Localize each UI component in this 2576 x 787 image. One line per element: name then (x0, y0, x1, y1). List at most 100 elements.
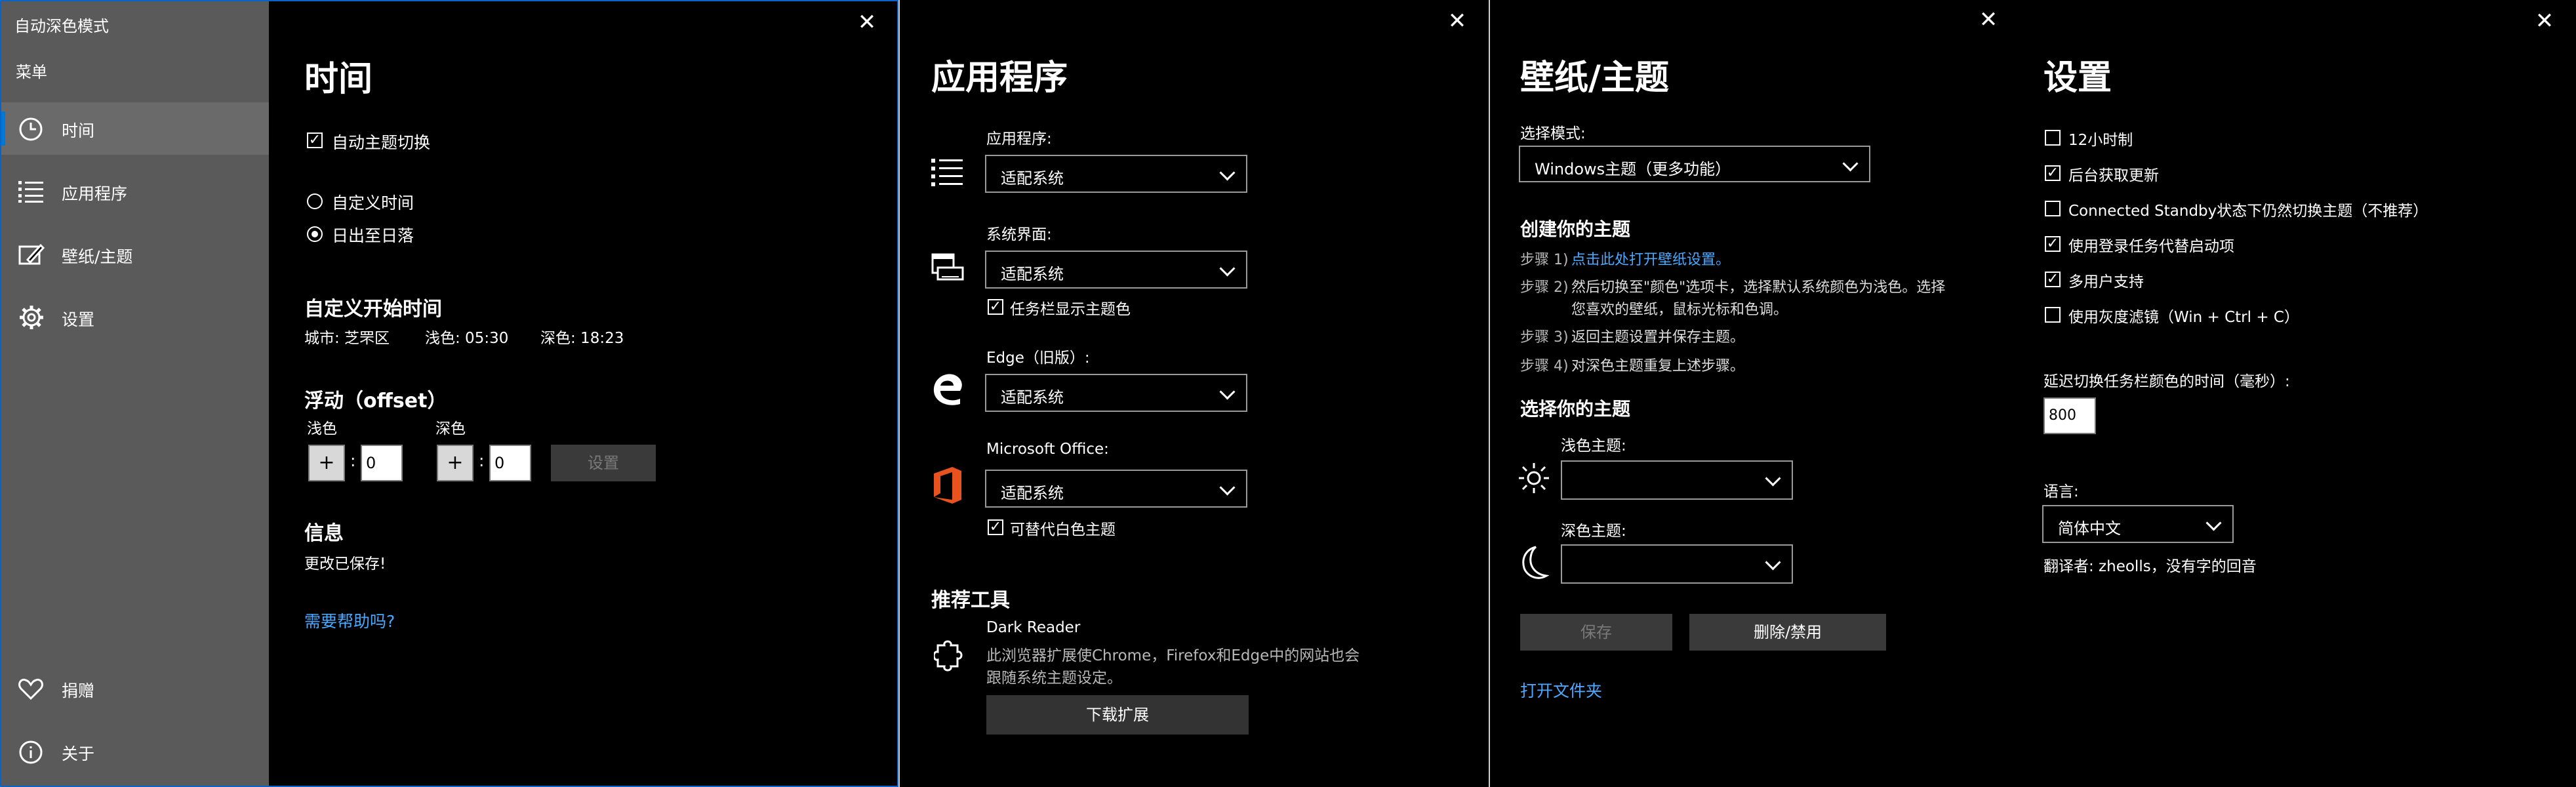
city-text: 城市: 芝罘区 (304, 330, 390, 347)
language-select[interactable]: 简体中文 (2042, 505, 2234, 543)
language-label: 语言: (2043, 483, 2079, 500)
sidebar-item-label: 设置 (62, 310, 95, 329)
dark-theme-select[interactable] (1561, 544, 1793, 584)
mode-select[interactable]: Windows主题（更多功能） (1519, 146, 1870, 182)
sidebar-item-label: 关于 (62, 744, 95, 763)
login-task-checkbox[interactable]: ✓ (2045, 236, 2061, 252)
info-icon (19, 740, 43, 764)
dark-reader-title: Dark Reader (986, 619, 1081, 636)
page-title: 应用程序 (931, 58, 1068, 98)
clock-icon (19, 117, 43, 141)
dark-theme-label: 深色主题: (1561, 523, 1626, 540)
puzzle-icon (934, 640, 963, 672)
light-offset-plus-button[interactable]: + (308, 445, 345, 481)
page-title: 时间 (304, 60, 373, 99)
auto-switch-label: 自动主题切换 (332, 133, 431, 152)
page-title: 设置 (2043, 58, 2112, 98)
light-offset-input[interactable]: 0 (361, 445, 403, 481)
12h-label: 12小时制 (2068, 132, 2133, 149)
sidebar-item-donate[interactable]: 捐赠 (1, 662, 269, 715)
save-button[interactable]: 保存 (1520, 614, 1672, 651)
sidebar-item-label: 壁纸/主题 (62, 247, 133, 266)
taskbar-accent-checkbox[interactable]: ✓ (988, 299, 1003, 315)
language-value: 简体中文 (2058, 519, 2121, 538)
chevron-down-icon (1219, 479, 1236, 496)
office-icon (934, 467, 961, 504)
sidebar-item-time[interactable]: 时间 (1, 102, 269, 155)
step3-prefix: 步骤 3) (1520, 329, 1569, 346)
sidebar-item-apps[interactable]: 应用程序 (1, 165, 269, 218)
step1-link[interactable]: 点击此处打开壁纸设置。 (1571, 248, 1730, 269)
info-heading: 信息 (304, 522, 344, 545)
custom-time-label: 自定义时间 (332, 193, 414, 212)
edge-icon (933, 374, 962, 405)
download-extension-button[interactable]: 下载扩展 (986, 695, 1249, 735)
create-theme-heading: 创建你的主题 (1520, 218, 1631, 240)
sidebar-item-wallpaper[interactable]: 壁纸/主题 (1, 228, 269, 281)
mode-value: Windows主题（更多功能） (1535, 160, 1731, 178)
step2-prefix: 步骤 2) (1520, 279, 1569, 296)
dark-offset-label: 深色 (435, 420, 466, 437)
close-icon[interactable]: ✕ (1444, 8, 1470, 34)
office-white-checkbox[interactable]: ✓ (988, 519, 1003, 535)
system-theme-select[interactable]: 适配系统 (985, 251, 1247, 289)
light-time-text: 浅色: 05:30 (425, 330, 509, 347)
sidebar-item-label: 时间 (62, 121, 95, 140)
office-theme-select[interactable]: 适配系统 (985, 470, 1247, 508)
sunset-sunrise-radio[interactable] (307, 226, 323, 242)
system-label: 系统界面: (986, 226, 1052, 243)
dark-offset-colon: : (479, 451, 485, 470)
close-icon[interactable]: ✕ (2531, 8, 2558, 34)
light-offset-label: 浅色 (307, 420, 337, 437)
light-theme-select[interactable] (1561, 460, 1793, 500)
selected-indicator (1, 111, 5, 146)
moon-icon (1522, 546, 1549, 579)
window-title: 自动深色模式 (14, 17, 109, 35)
delay-label: 延迟切换任务栏颜色的时间（毫秒）: (2043, 373, 2290, 390)
delete-disable-button[interactable]: 删除/禁用 (1689, 614, 1886, 651)
12h-checkbox[interactable] (2045, 130, 2061, 146)
apps-label: 应用程序: (986, 131, 1052, 148)
system-theme-value: 适配系统 (1001, 265, 1064, 283)
light-theme-label: 浅色主题: (1561, 437, 1626, 454)
chevron-down-icon (2205, 515, 2222, 531)
dark-offset-input[interactable]: 0 (489, 445, 531, 481)
step2-text-2: 您喜欢的壁纸，鼠标光标和色调。 (1571, 302, 1788, 318)
close-icon[interactable]: ✕ (1975, 7, 2002, 33)
apps-window: ✕ 应用程序 应用程序: 适配系统 系统界面: 适配系统 ✓ 任务栏显示主题色 … (898, 0, 1489, 787)
sidebar-item-about[interactable]: 关于 (1, 725, 269, 778)
set-offset-button[interactable]: 设置 (551, 445, 656, 481)
chevron-down-icon (1219, 165, 1236, 181)
office-white-label: 可替代白色主题 (1010, 521, 1116, 538)
step4-text: 对深色主题重复上述步骤。 (1571, 358, 1745, 374)
menu-label: 菜单 (16, 63, 47, 81)
help-link[interactable]: 需要帮助吗? (304, 609, 395, 632)
bg-update-checkbox[interactable]: ✓ (2045, 165, 2061, 181)
delay-input[interactable]: 800 (2043, 397, 2096, 434)
chevron-down-icon (1765, 554, 1781, 571)
info-text: 更改已保存! (304, 555, 386, 573)
close-icon[interactable]: ✕ (854, 9, 880, 35)
paint-icon (18, 243, 45, 265)
sidebar-item-label: 捐赠 (62, 681, 95, 700)
select-mode-label: 选择模式: (1520, 125, 1586, 142)
tools-heading: 推荐工具 (931, 589, 1010, 612)
apps-theme-select[interactable]: 适配系统 (985, 155, 1247, 193)
edge-theme-select[interactable]: 适配系统 (985, 374, 1247, 412)
standby-checkbox[interactable] (2045, 201, 2061, 216)
system-ui-icon (931, 253, 964, 281)
step2-text-1: 然后切换至"颜色"选项卡，选择默认系统颜色为浅色。选择 (1571, 279, 1946, 296)
open-folder-link[interactable]: 打开文件夹 (1520, 678, 1602, 702)
custom-start-heading: 自定义开始时间 (304, 298, 442, 321)
choose-theme-heading: 选择你的主题 (1520, 398, 1631, 420)
grayscale-checkbox[interactable] (2045, 307, 2061, 323)
sidebar-item-settings[interactable]: 设置 (1, 291, 269, 344)
apps-list-icon (931, 159, 963, 186)
multiuser-checkbox[interactable]: ✓ (2045, 272, 2061, 287)
standby-label: Connected Standby状态下仍然切换主题（不推荐） (2068, 203, 2428, 220)
dark-offset-plus-button[interactable]: + (437, 445, 473, 481)
heart-icon (18, 678, 43, 700)
grayscale-label: 使用灰度滤镜（Win + Ctrl + C） (2068, 309, 2299, 326)
auto-switch-checkbox[interactable]: ✓ (307, 132, 323, 148)
custom-time-radio[interactable] (307, 193, 323, 209)
